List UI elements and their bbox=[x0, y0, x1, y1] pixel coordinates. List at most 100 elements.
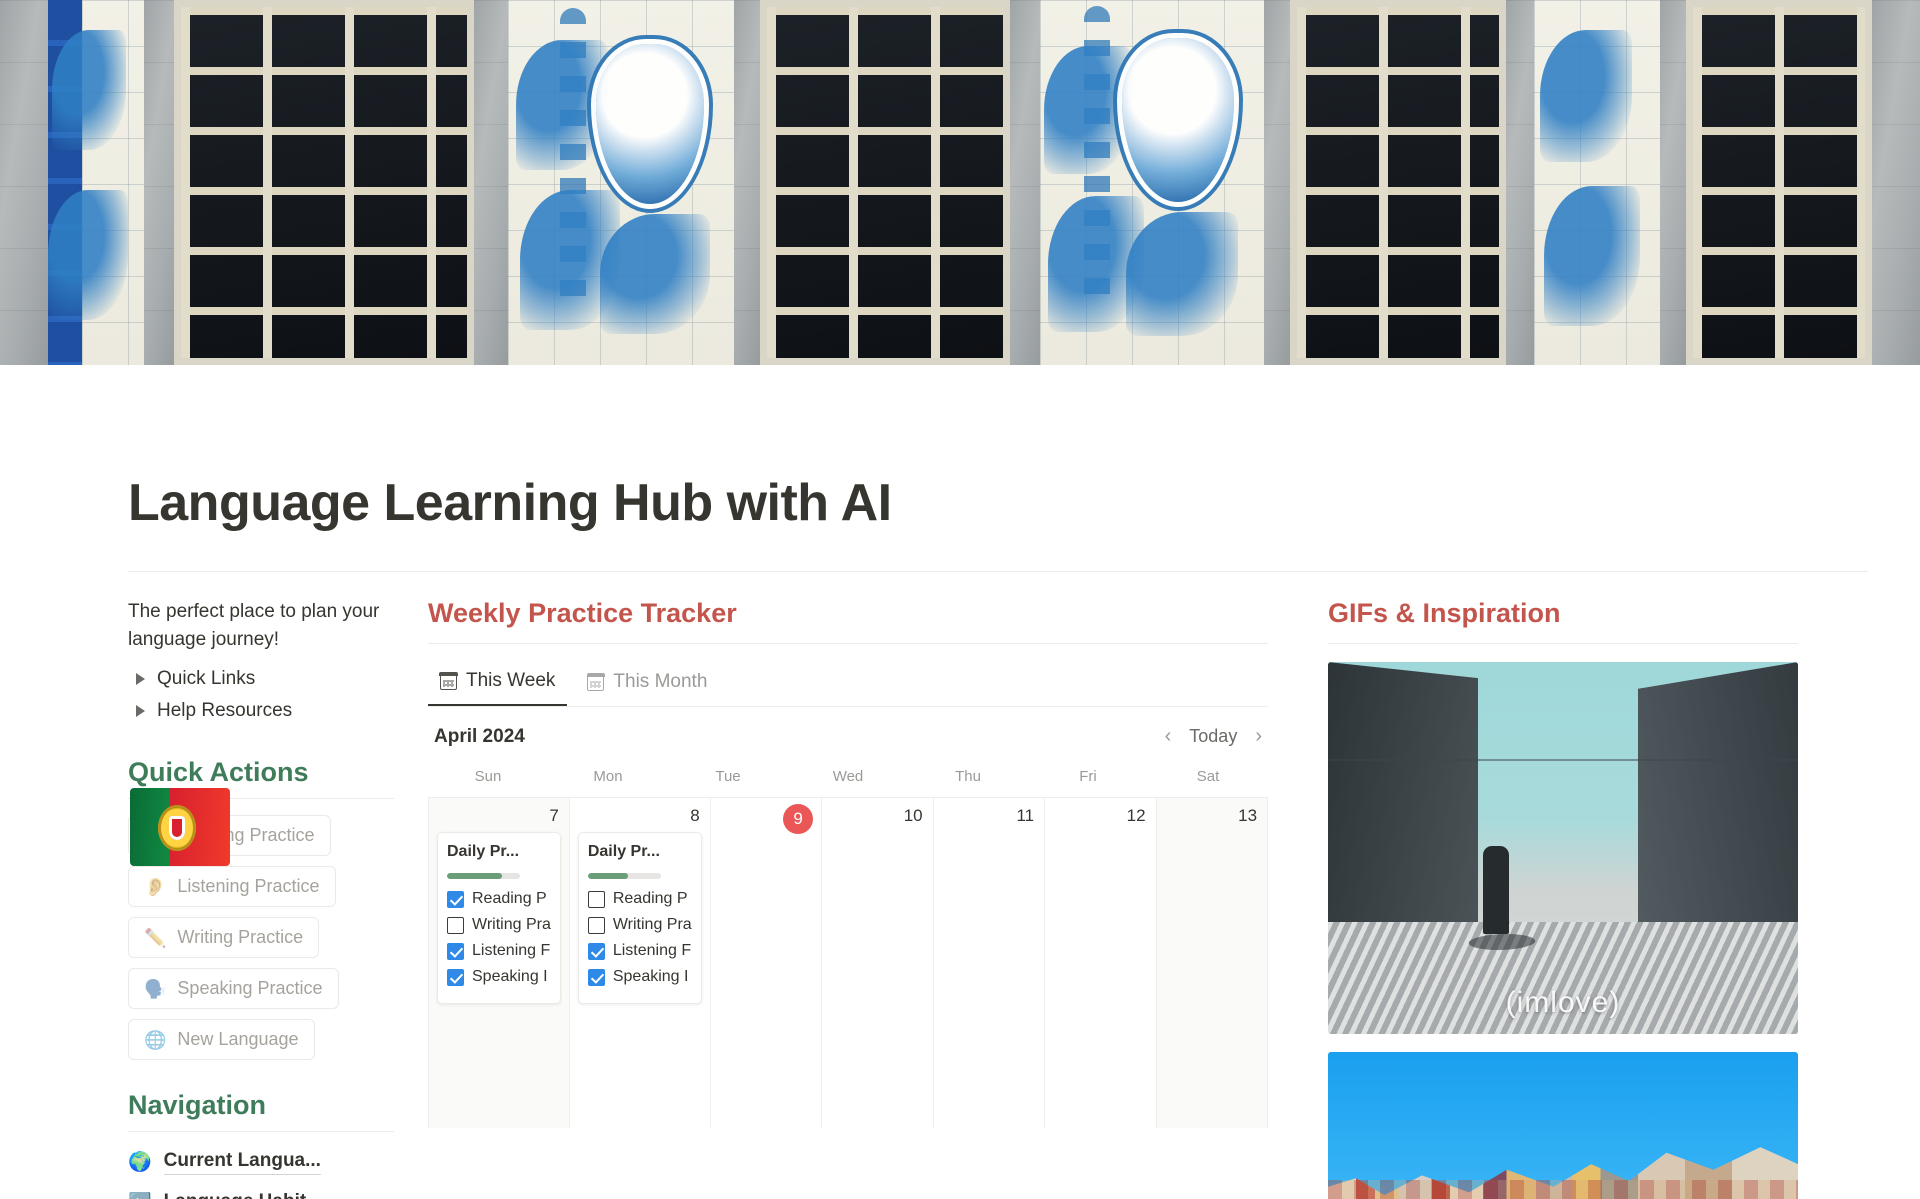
checkbox-unchecked-icon[interactable] bbox=[587, 890, 605, 908]
progress-bar bbox=[587, 873, 661, 879]
navigation-list: 🌍 Current Langua... 🔤 Language Habit ... bbox=[128, 1150, 394, 1199]
calendar-icon bbox=[439, 671, 458, 690]
calendar-day-cell[interactable]: 12 bbox=[1045, 798, 1157, 1128]
page-title: Language Learning Hub with AI bbox=[128, 474, 892, 532]
day-number: 10 bbox=[903, 806, 923, 825]
quick-action-writing-practice[interactable]: ✏️ Writing Practice bbox=[128, 917, 320, 959]
today-button[interactable]: Today bbox=[1189, 726, 1237, 747]
task-row[interactable]: Writing Pra bbox=[447, 916, 551, 934]
quick-action-listening-practice[interactable]: 👂 Listening Practice bbox=[128, 866, 336, 908]
quick-action-label: Writing Practice bbox=[177, 927, 304, 948]
page-icon-portugal-flag[interactable] bbox=[130, 788, 230, 866]
calendar-icon bbox=[586, 672, 605, 691]
day-number: 12 bbox=[1126, 806, 1146, 825]
calendar-header: April 2024 ‹ Today › bbox=[428, 707, 1268, 762]
task-row[interactable]: Speaking I bbox=[447, 968, 551, 986]
chevron-right-icon bbox=[136, 673, 145, 686]
calendar-day-cell[interactable]: 8 Daily Pr... Reading P Writing Pra List… bbox=[569, 798, 711, 1128]
calendar-week-grid: 7 Daily Pr... Reading P Writing Pra List… bbox=[428, 798, 1269, 1128]
quick-action-label: New Language bbox=[177, 1029, 299, 1050]
ear-icon: 👂 bbox=[144, 876, 167, 897]
quick-action-new-language[interactable]: 🌐 New Language bbox=[128, 1019, 315, 1061]
card-title: Daily Pr... bbox=[587, 843, 660, 860]
sidebar-column: The perfect place to plan your language … bbox=[128, 598, 428, 1199]
tab-this-month[interactable]: This Month bbox=[575, 660, 719, 706]
inspiration-divider bbox=[1328, 643, 1798, 644]
quick-action-label: Listening Practice bbox=[177, 876, 320, 897]
task-row[interactable]: Writing Pra bbox=[587, 916, 692, 934]
weekday-label: Mon bbox=[593, 768, 623, 785]
task-label: Writing Pra bbox=[612, 916, 692, 933]
gifs-inspiration-panel: GIFs & Inspiration (imlove) bbox=[1328, 598, 1798, 1199]
task-label: Speaking I bbox=[612, 968, 689, 985]
task-row[interactable]: Reading P bbox=[587, 890, 692, 908]
weekday-label: Fri bbox=[1079, 768, 1097, 785]
calendar-day-cell[interactable]: 13 bbox=[1156, 798, 1269, 1128]
task-label: Reading P bbox=[612, 890, 688, 907]
checkbox-checked-icon[interactable] bbox=[447, 968, 464, 986]
quick-action-speaking-practice[interactable]: 🗣️ Speaking Practice bbox=[128, 968, 339, 1010]
checkbox-checked-icon[interactable] bbox=[587, 942, 605, 960]
task-row[interactable]: Speaking I bbox=[587, 968, 692, 986]
weekday-label: Tue bbox=[715, 768, 741, 785]
chevron-right-icon bbox=[136, 705, 145, 718]
day-number-today-badge: 9 bbox=[783, 804, 814, 834]
calendar-day-cell[interactable]: 9 bbox=[710, 798, 823, 1128]
porto-riverside-skyline-gif[interactable] bbox=[1328, 1052, 1798, 1199]
pencil-icon: ✏️ bbox=[144, 927, 167, 948]
tracker-divider bbox=[428, 643, 1268, 644]
nav-link-language-habit[interactable]: 🔤 Language Habit ... bbox=[128, 1191, 394, 1199]
tab-this-week[interactable]: This Week bbox=[428, 660, 568, 706]
nav-link-current-language[interactable]: 🌍 Current Langua... bbox=[128, 1150, 394, 1176]
checkbox-unchecked-icon[interactable] bbox=[447, 916, 464, 934]
weekday-label: Sun bbox=[474, 768, 502, 785]
day-number: 8 bbox=[690, 806, 700, 825]
calendar-day-cell[interactable]: 11 bbox=[933, 798, 1046, 1128]
toggle-label: Help Resources bbox=[157, 700, 293, 722]
calendar-day-cell[interactable]: 10 bbox=[822, 798, 934, 1128]
weekday-label: Sat bbox=[1196, 768, 1220, 785]
weekly-practice-tracker-panel: Weekly Practice Tracker This Week This M… bbox=[428, 598, 1328, 1199]
calendar-navigation: ‹ Today › bbox=[1165, 725, 1262, 748]
task-label: Speaking I bbox=[472, 968, 548, 985]
tab-label: This Week bbox=[466, 670, 556, 691]
toggle-label: Quick Links bbox=[157, 668, 256, 690]
toggle-quick-links[interactable]: Quick Links bbox=[128, 663, 394, 695]
task-row[interactable]: Reading P bbox=[447, 890, 551, 908]
title-divider bbox=[128, 571, 1868, 572]
checkbox-checked-icon[interactable] bbox=[447, 890, 464, 908]
day-number: 13 bbox=[1238, 806, 1258, 825]
card-title: Daily Pr... bbox=[447, 843, 520, 860]
gif-caption: (imlove) bbox=[1505, 986, 1621, 1019]
navigation-divider bbox=[128, 1131, 394, 1133]
calendar-month-label: April 2024 bbox=[434, 725, 525, 747]
chevron-right-icon[interactable]: › bbox=[1255, 725, 1262, 748]
checkbox-checked-icon[interactable] bbox=[587, 968, 605, 986]
inspiration-title: GIFs & Inspiration bbox=[1328, 598, 1561, 628]
sidebar-intro-text: The perfect place to plan your language … bbox=[128, 601, 380, 650]
toggle-help-resources[interactable]: Help Resources bbox=[128, 695, 394, 727]
language-exchange-icon: 🔤 bbox=[128, 1194, 152, 1199]
quick-action-label: Speaking Practice bbox=[177, 978, 323, 999]
tracker-title: Weekly Practice Tracker bbox=[428, 598, 737, 628]
calendar-day-cell[interactable]: 7 Daily Pr... Reading P Writing Pra List… bbox=[428, 798, 570, 1128]
task-row[interactable]: Listening F bbox=[587, 942, 692, 960]
chevron-left-icon[interactable]: ‹ bbox=[1165, 725, 1172, 748]
nav-link-label: Current Langua... bbox=[163, 1150, 321, 1176]
azulejo-tile-artwork bbox=[0, 0, 1920, 365]
navigation-heading: Navigation bbox=[128, 1090, 267, 1121]
task-label: Listening F bbox=[472, 942, 551, 959]
daily-practice-card[interactable]: Daily Pr... Reading P Writing Pra Listen… bbox=[577, 832, 702, 1004]
task-row[interactable]: Listening F bbox=[447, 942, 551, 960]
quick-actions-heading: Quick Actions bbox=[128, 757, 309, 788]
weekday-label: Wed bbox=[832, 768, 864, 785]
checkbox-unchecked-icon[interactable] bbox=[587, 916, 605, 934]
page-cover-banner bbox=[0, 0, 1920, 365]
tab-label: This Month bbox=[613, 671, 708, 692]
task-label: Listening F bbox=[612, 942, 692, 959]
porto-street-man-gif[interactable]: (imlove) bbox=[1328, 662, 1798, 1034]
daily-practice-card[interactable]: Daily Pr... Reading P Writing Pra Listen… bbox=[437, 832, 561, 1004]
globe-icon: 🌐 bbox=[144, 1029, 167, 1050]
checkbox-checked-icon[interactable] bbox=[447, 942, 464, 960]
calendar-weekday-header: Sun Mon Tue Wed Thu Fri Sat bbox=[428, 762, 1268, 798]
